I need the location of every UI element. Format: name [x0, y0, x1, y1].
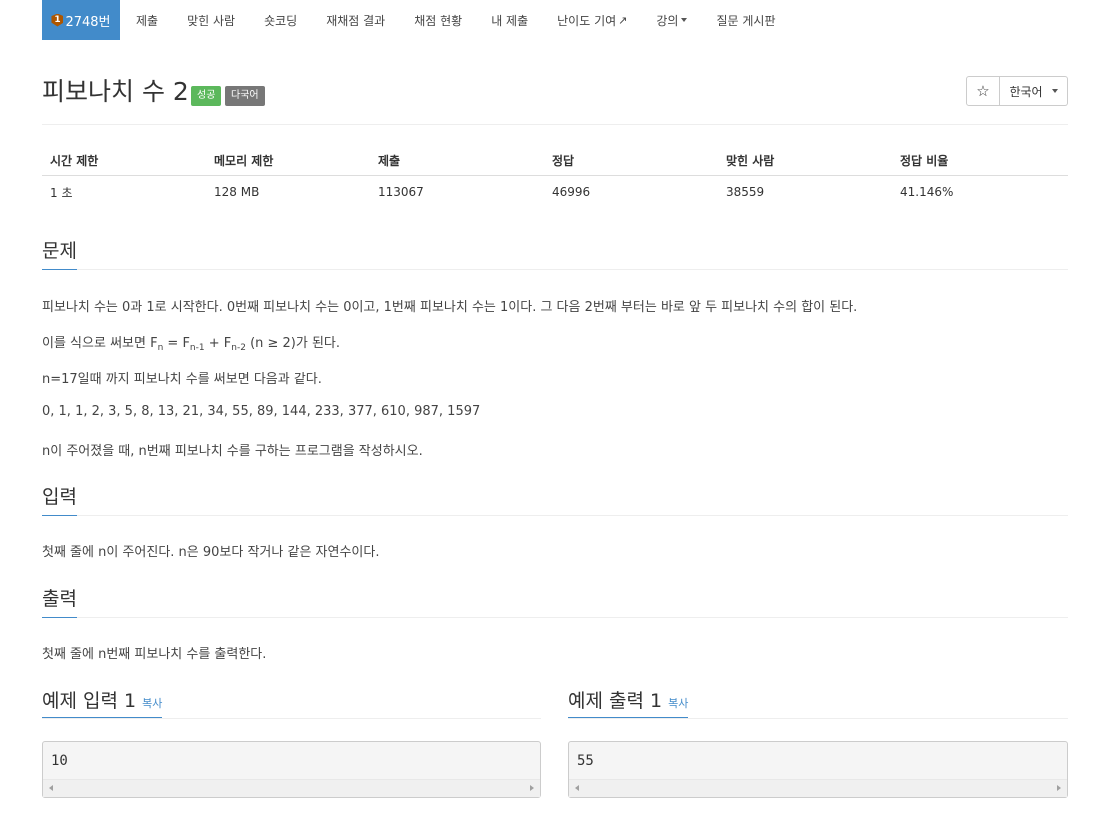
scroll-left-icon[interactable] — [49, 785, 53, 791]
sample-output-box[interactable]: 55 — [568, 741, 1068, 798]
problem-section-header: 문제 — [42, 236, 1068, 270]
nav-difficulty-label: 난이도 기여 — [557, 13, 617, 28]
nav-lectures-dropdown[interactable]: 강의 — [656, 0, 688, 40]
sample-output-header: 예제 출력 1 복사 — [568, 686, 1068, 719]
scroll-left-icon[interactable] — [575, 785, 579, 791]
problem-paragraph-3: n=17일때 까지 피보나치 수를 써보면 다음과 같다. — [42, 372, 322, 387]
formula-sub-n-1: n-1 — [189, 343, 205, 353]
status-badge-multilang[interactable]: 다국어 — [225, 86, 265, 106]
input-heading: 입력 — [42, 482, 77, 516]
sample-input-heading: 예제 입력 1 복사 — [42, 686, 163, 718]
output-section-header: 출력 — [42, 584, 1068, 618]
nav-difficulty-contribution[interactable]: 난이도 기여 ↗ — [557, 0, 627, 40]
caret-down-icon — [1051, 89, 1058, 93]
problem-info-table: 시간 제한 메모리 제한 제출 정답 맞힌 사람 정답 비율 1 초 128 M… — [42, 145, 1068, 208]
memory-limit-value: 128 MB — [214, 185, 260, 199]
scroll-right-icon[interactable] — [530, 785, 534, 791]
nav-problem-number[interactable]: 1 2748번 — [42, 0, 120, 40]
sample-input-header: 예제 입력 1 복사 — [42, 686, 541, 719]
divider — [42, 124, 1068, 125]
col-accepted: 정답 — [544, 145, 718, 176]
output-heading: 출력 — [42, 584, 77, 618]
horizontal-scrollbar[interactable] — [569, 779, 1067, 797]
sample-output-value: 55 — [577, 753, 594, 769]
tier-icon: 1 — [51, 13, 64, 27]
col-memory-limit: 메모리 제한 — [206, 145, 370, 176]
title-row: 피보나치 수 2 성공 다국어 ☆ 한국어 — [42, 76, 1068, 110]
nav-rejudge-results[interactable]: 재채점 결과 — [326, 0, 385, 40]
formula-mid-1: = F — [163, 336, 190, 351]
nav-submit[interactable]: 제출 — [136, 0, 158, 40]
problem-paragraph-4: 0, 1, 1, 2, 3, 5, 8, 13, 21, 34, 55, 89,… — [42, 404, 481, 419]
col-accept-ratio: 정답 비율 — [892, 145, 1068, 176]
star-button[interactable]: ☆ — [966, 76, 1000, 106]
problem-paragraph-5: n이 주어졌을 때, n번째 피보나치 수를 구하는 프로그램을 작성하시오. — [42, 444, 423, 459]
sample-input-box[interactable]: 10 — [42, 741, 541, 798]
col-submissions: 제출 — [370, 145, 544, 176]
language-label: 한국어 — [1009, 84, 1043, 99]
horizontal-scrollbar[interactable] — [43, 779, 540, 797]
status-badge-success: 성공 — [191, 86, 222, 106]
table-row: 1 초 128 MB 113067 46996 38559 41.146% — [42, 176, 1068, 209]
problem-number-label: 2748번 — [65, 14, 111, 30]
col-solved-users: 맞힌 사람 — [718, 145, 892, 176]
solved-users-value: 38559 — [726, 185, 765, 199]
copy-input-button[interactable]: 복사 — [142, 697, 162, 710]
output-description: 첫째 줄에 n번째 피보나치 수를 출력한다. — [42, 647, 267, 662]
accepted-value: 46996 — [552, 185, 591, 199]
problem-heading: 문제 — [42, 236, 77, 270]
problem-nav: 1 2748번 제출 맞힌 사람 숏코딩 재채점 결과 채점 현황 내 제출 난… — [42, 0, 1068, 40]
external-link-icon: ↗ — [618, 13, 628, 27]
submissions-value: 113067 — [378, 185, 424, 199]
sample-input-title: 예제 입력 1 — [42, 690, 137, 712]
copy-output-button[interactable]: 복사 — [668, 697, 688, 710]
nav-lectures-label: 강의 — [656, 13, 679, 28]
nav-my-submissions[interactable]: 내 제출 — [491, 0, 528, 40]
sample-output-panel: 예제 출력 1 복사 55 — [568, 686, 1068, 798]
formula-sub-n-2: n-2 — [231, 343, 246, 353]
formula-suffix: (n ≥ 2)가 된다. — [245, 336, 341, 351]
accept-ratio-value: 41.146% — [900, 185, 954, 199]
formula-mid-2: + F — [204, 336, 232, 351]
input-section-header: 입력 — [42, 482, 1068, 516]
sample-output-title: 예제 출력 1 — [568, 690, 663, 712]
col-time-limit: 시간 제한 — [42, 145, 206, 176]
page-title: 피보나치 수 2 — [42, 77, 189, 106]
sample-input-value: 10 — [51, 753, 68, 769]
page: 1 2748번 제출 맞힌 사람 숏코딩 재채점 결과 채점 현황 내 제출 난… — [42, 0, 1068, 798]
sample-input-panel: 예제 입력 1 복사 10 — [42, 686, 541, 798]
problem-paragraph-1: 피보나치 수는 0과 1로 시작한다. 0번째 피보나치 수는 0이고, 1번째… — [42, 300, 858, 315]
table-header-row: 시간 제한 메모리 제한 제출 정답 맞힌 사람 정답 비율 — [42, 145, 1068, 176]
language-dropdown[interactable]: 한국어 — [1000, 76, 1068, 106]
problem-paragraph-2: 이를 식으로 써보면 Fn = Fn-1 + Fn-2 (n ≥ 2)가 된다. — [42, 332, 340, 353]
input-description: 첫째 줄에 n이 주어진다. n은 90보다 작거나 같은 자연수이다. — [42, 545, 380, 560]
nav-judge-status[interactable]: 채점 현황 — [414, 0, 462, 40]
formula-prefix: 이를 식으로 써보면 F — [42, 336, 158, 351]
star-icon: ☆ — [976, 82, 990, 100]
time-limit-value: 1 초 — [50, 185, 73, 200]
caret-down-icon — [681, 18, 688, 22]
nav-short-coding[interactable]: 숏코딩 — [264, 0, 297, 40]
sample-output-heading: 예제 출력 1 복사 — [568, 686, 689, 718]
scroll-right-icon[interactable] — [1057, 785, 1061, 791]
nav-question-board[interactable]: 질문 게시판 — [716, 0, 775, 40]
nav-solved-users[interactable]: 맞힌 사람 — [187, 0, 235, 40]
